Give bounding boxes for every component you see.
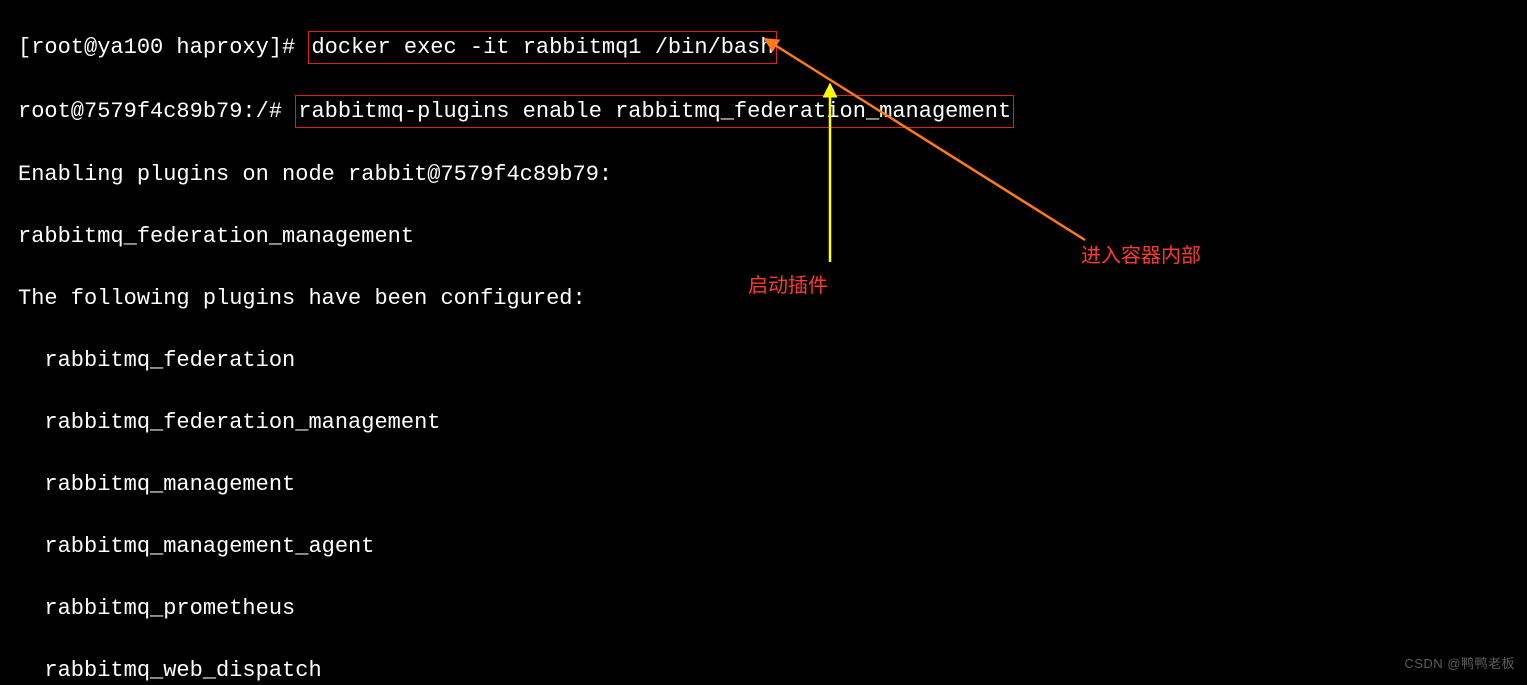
output-line: The following plugins have been configur… (18, 283, 1509, 314)
output-line: rabbitmq_prometheus (18, 593, 1509, 624)
boxed-command-plugins: rabbitmq-plugins enable rabbitmq_federat… (295, 95, 1014, 128)
output-line: rabbitmq_management (18, 469, 1509, 500)
output-line: rabbitmq_web_dispatch (18, 655, 1509, 685)
output-line: Enabling plugins on node rabbit@7579f4c8… (18, 159, 1509, 190)
output-line: rabbitmq_federation (18, 345, 1509, 376)
shell-prompt: root@7579f4c89b79:/# (18, 99, 295, 124)
watermark: CSDN @鸭鸭老板 (1404, 648, 1515, 679)
output-line: rabbitmq_federation_management (18, 221, 1509, 252)
boxed-command-docker: docker exec -it rabbitmq1 /bin/bash (308, 31, 776, 64)
shell-prompt: [root@ya100 haproxy]# (18, 35, 308, 60)
output-line: rabbitmq_federation_management (18, 407, 1509, 438)
output-line: rabbitmq_management_agent (18, 531, 1509, 562)
terminal-output[interactable]: [root@ya100 haproxy]# docker exec -it ra… (0, 0, 1527, 685)
